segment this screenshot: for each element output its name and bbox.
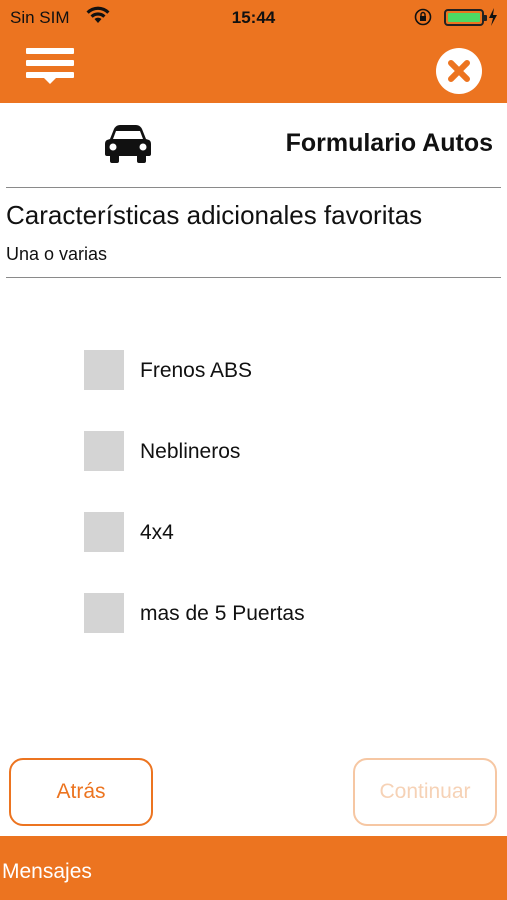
footer-bar: Mensajes <box>0 836 507 900</box>
close-icon <box>448 60 470 82</box>
checkbox[interactable] <box>84 512 124 552</box>
option-label: Frenos ABS <box>140 359 253 382</box>
checkbox[interactable] <box>84 431 124 471</box>
option-4x4[interactable]: 4x4 <box>84 512 484 553</box>
option-frenos-abs[interactable]: Frenos ABS <box>84 350 484 391</box>
hamburger-menu-icon[interactable] <box>26 46 74 86</box>
option-label: mas de 5 Puertas <box>140 602 305 625</box>
divider-question <box>6 277 501 278</box>
checkbox[interactable] <box>84 593 124 633</box>
close-button[interactable] <box>436 48 482 94</box>
checkbox[interactable] <box>84 350 124 390</box>
continue-button[interactable]: Continuar <box>353 758 497 826</box>
option-mas-de-5-puertas[interactable]: mas de 5 Puertas <box>84 593 484 634</box>
question-subtitle: Una o varias <box>6 244 108 264</box>
back-button[interactable]: Atrás <box>9 758 153 826</box>
question-title: Características adicionales favoritas <box>6 200 423 230</box>
page-title: Formulario Autos <box>285 129 493 157</box>
option-label: Neblineros <box>140 440 241 463</box>
bolt-icon <box>489 8 497 26</box>
option-label: 4x4 <box>140 521 174 544</box>
form-header: Formulario Autos <box>0 103 507 188</box>
car-icon <box>105 125 151 163</box>
status-bar: Sin SIM 15:44 <box>0 0 507 36</box>
option-neblineros[interactable]: Neblineros <box>84 431 484 472</box>
divider-top <box>6 187 501 188</box>
battery-icon <box>444 9 487 26</box>
orientation-lock-icon <box>414 8 432 26</box>
messages-link[interactable]: Mensajes <box>2 860 92 884</box>
top-nav-bar <box>0 36 507 103</box>
